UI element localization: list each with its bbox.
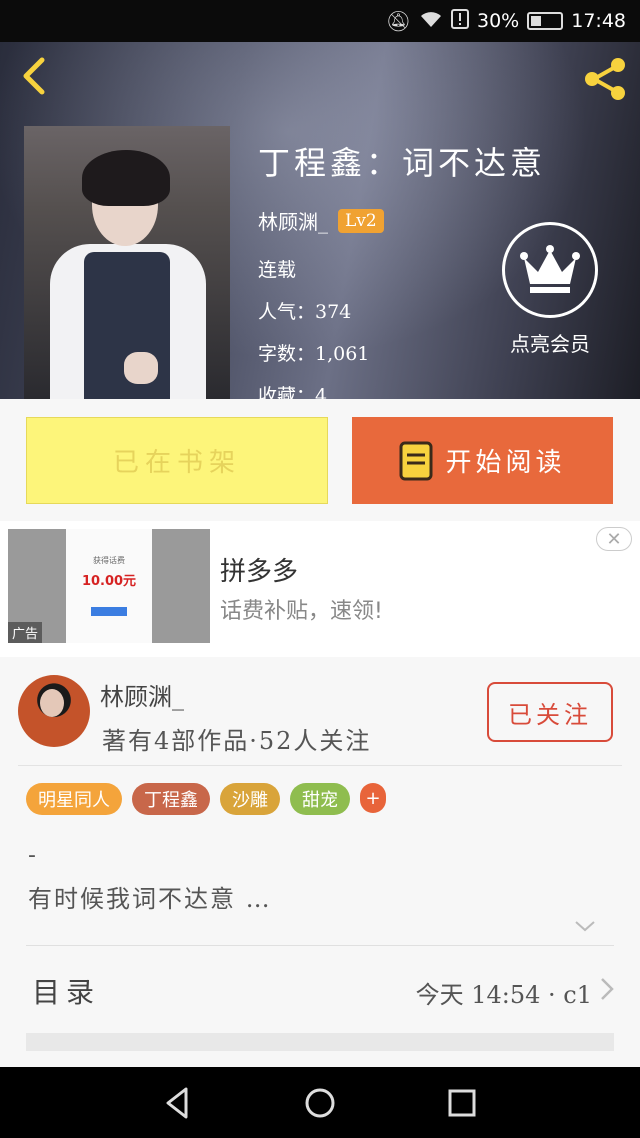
chevron-left-icon xyxy=(23,57,45,95)
divider xyxy=(18,765,622,766)
table-of-contents-row[interactable]: 目录 今天 14:54 · c1 xyxy=(0,947,640,1029)
more-tags-button[interactable]: + xyxy=(360,783,386,813)
tag-list: 明星同人 丁程鑫 沙雕 甜宠 + xyxy=(26,783,386,815)
wifi-icon xyxy=(419,9,443,34)
description-dash: - xyxy=(28,843,36,868)
ad-tag: 广告 xyxy=(8,622,43,643)
tag-item[interactable]: 明星同人 xyxy=(26,783,122,815)
ad-image-price: 10.00元 xyxy=(81,574,137,589)
book-icon xyxy=(399,441,433,480)
avatar[interactable] xyxy=(18,675,90,747)
ad-image-caption: 获得话费 xyxy=(93,556,125,565)
chevron-right-icon xyxy=(601,978,614,1000)
back-button[interactable] xyxy=(14,54,58,98)
battery-percent: 30% xyxy=(477,10,520,32)
book-description: 有时候我词不达意 … xyxy=(28,885,272,913)
alert-icon xyxy=(451,8,469,34)
level-badge: Lv2 xyxy=(338,208,384,233)
follow-button[interactable]: 已关注 xyxy=(487,682,613,742)
start-reading-label: 开始阅读 xyxy=(445,448,566,478)
close-icon: ✕ xyxy=(606,528,622,550)
action-bar: 已在书架 开始阅读 xyxy=(0,399,640,521)
nav-home-icon[interactable] xyxy=(302,1085,338,1121)
tag-item[interactable]: 丁程鑫 xyxy=(132,783,210,815)
nav-back-icon[interactable] xyxy=(160,1085,196,1121)
book-cover[interactable] xyxy=(24,126,230,399)
ad-image[interactable]: 获得话费 10.00元 广告 xyxy=(8,529,210,643)
share-button[interactable] xyxy=(580,54,630,104)
crown-icon xyxy=(502,222,598,318)
vip-button[interactable]: 点亮会员 xyxy=(500,222,600,357)
battery-icon xyxy=(527,12,564,30)
in-shelf-button[interactable]: 已在书架 xyxy=(26,417,328,504)
author-stats: 著有4部作品·52人关注 xyxy=(102,727,372,755)
toc-label: 目录 xyxy=(32,976,101,1009)
vip-label: 点亮会员 xyxy=(510,332,590,356)
divider xyxy=(26,945,614,946)
author-section: 林顾渊_ 著有4部作品·52人关注 已关注 明星同人 丁程鑫 沙雕 甜宠 + -… xyxy=(0,657,640,1067)
favorites-count: 收藏：4 xyxy=(258,385,328,399)
book-header: 丁程鑫：词不达意 林顾渊_ Lv2 连载 人气：374 字数：1,061 收藏：… xyxy=(0,42,640,399)
author-card-name[interactable]: 林顾渊_ xyxy=(100,677,184,712)
ad-title[interactable]: 拼多多 xyxy=(220,551,298,588)
book-title: 丁程鑫：词不达意 xyxy=(258,144,547,182)
status-bar: 🔕︎ 30% 17:48 xyxy=(0,0,640,42)
tag-item[interactable]: 沙雕 xyxy=(220,783,280,815)
share-icon xyxy=(585,58,625,100)
chevron-down-icon xyxy=(575,921,595,932)
section-separator xyxy=(26,1033,614,1051)
ad-close-button[interactable]: ✕ xyxy=(596,527,632,551)
nav-recents-icon[interactable] xyxy=(444,1085,480,1121)
system-navigation-bar xyxy=(0,1067,640,1138)
expand-button[interactable] xyxy=(572,917,598,935)
last-update: 今天 14:54 · c1 xyxy=(415,981,592,1009)
tag-item[interactable]: 甜宠 xyxy=(290,783,350,815)
start-reading-button[interactable]: 开始阅读 xyxy=(352,417,613,504)
ad-banner[interactable]: 获得话费 10.00元 广告 拼多多 话费补贴，速领! ✕ xyxy=(0,521,640,657)
clock: 17:48 xyxy=(571,10,626,32)
ad-subtitle[interactable]: 话费补贴，速领! xyxy=(220,593,383,625)
mute-icon: 🔕︎ xyxy=(385,9,411,33)
author-name[interactable]: 林顾渊_ xyxy=(258,206,328,235)
